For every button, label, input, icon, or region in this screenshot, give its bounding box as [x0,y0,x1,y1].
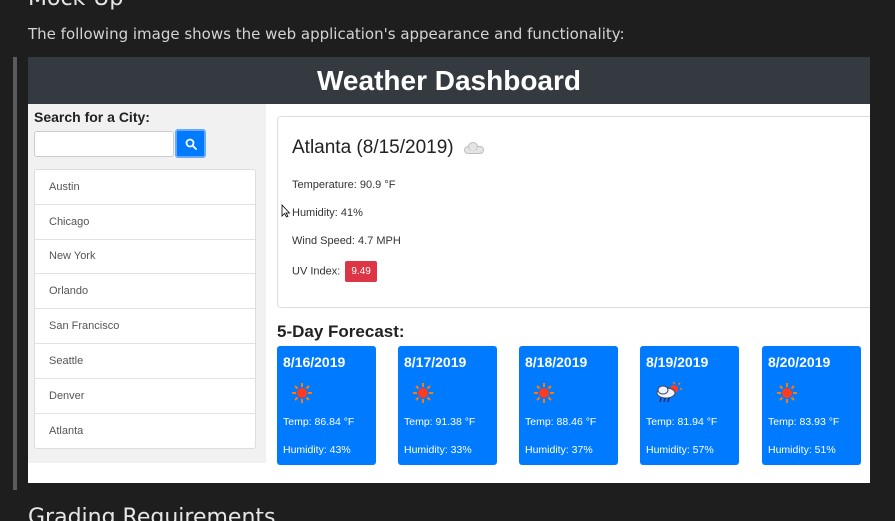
city-search-input[interactable] [34,131,174,157]
forecast-card: 8/16/2019 Temp: 86.84 °F Humidity: 43% [277,346,376,465]
forecast-date: 8/17/2019 [404,354,467,370]
forecast-humidity: Humidity: 57% [646,444,714,456]
forecast-card: 8/18/2019 Temp: 88.46 °F Humidity: 37% [519,346,618,465]
forecast-temp: Temp: 91.38 °F [404,416,476,428]
uv-index-badge: 9.49 [345,261,377,282]
forecast-card: 8/19/2019 Temp: 81.94 °F Humidity: 57% [640,346,739,465]
current-temperature: Temperature: 90.9 °F [292,179,396,191]
forecast-date: 8/19/2019 [646,354,709,370]
forecast-temp: Temp: 81.94 °F [646,416,718,428]
city-item-denver[interactable]: Denver [35,379,255,414]
city-item-chicago[interactable]: Chicago [35,205,255,240]
city-item-new-york[interactable]: New York [35,240,255,275]
current-uv-index: UV Index: 9.49 [292,261,377,282]
city-item-austin[interactable]: Austin [35,170,255,205]
rain-cloud-sun-icon [656,382,682,403]
sun-icon [292,383,312,403]
weather-dashboard-mockup: Weather Dashboard Search for a City: Aus… [28,57,870,483]
doc-intro-text: The following image shows the web applic… [28,25,625,43]
city-item-orlando[interactable]: Orlando [35,274,255,310]
forecast-temp: Temp: 83.93 °F [768,416,840,428]
forecast-temp: Temp: 88.46 °F [525,416,597,428]
current-humidity: Humidity: 41% [292,207,363,219]
current-city-date: Atlanta (8/15/2019) [292,137,454,158]
sun-icon [534,383,554,403]
sun-icon [777,383,797,403]
city-item-seattle[interactable]: Seattle [35,344,255,379]
forecast-card: 8/20/2019 Temp: 83.93 °F Humidity: 51% [762,346,861,465]
forecast-title: 5-Day Forecast: [277,322,405,341]
city-history-list: Austin Chicago New York Orlando San Fran… [34,169,256,450]
mouse-cursor-icon [281,204,291,218]
search-label: Search for a City: [34,109,150,125]
forecast-temp: Temp: 86.84 °F [283,416,355,428]
forecast-humidity: Humidity: 33% [404,444,472,456]
sidebar: Search for a City: Austin Chicago New Yo… [28,104,266,463]
current-wind-speed: Wind Speed: 4.7 MPH [292,235,401,247]
city-item-atlanta[interactable]: Atlanta [35,414,255,449]
forecast-date: 8/16/2019 [283,354,346,370]
cloud-icon [462,141,486,155]
forecast-date: 8/20/2019 [768,354,831,370]
search-button[interactable] [175,129,206,158]
forecast-date: 8/18/2019 [525,354,588,370]
sun-icon [413,383,433,403]
search-icon [185,138,197,150]
city-item-san-francisco[interactable]: San Francisco [35,309,255,344]
doc-heading-grading: Grading Requirements [28,505,276,521]
current-weather-card: Atlanta (8/15/2019) Temperature: 90.9 °F… [277,116,870,308]
doc-heading-mockup: Mock-Up [28,0,123,11]
blockquote-bar [13,57,17,490]
app-title: Weather Dashboard [317,64,581,96]
forecast-card: 8/17/2019 Temp: 91.38 °F Humidity: 33% [398,346,497,465]
app-header: Weather Dashboard [28,57,870,104]
forecast-humidity: Humidity: 43% [283,444,351,456]
current-weather-title: Atlanta (8/15/2019) [292,137,486,159]
forecast-humidity: Humidity: 51% [768,444,836,456]
forecast-humidity: Humidity: 37% [525,444,593,456]
uv-index-label: UV Index: [292,265,341,278]
